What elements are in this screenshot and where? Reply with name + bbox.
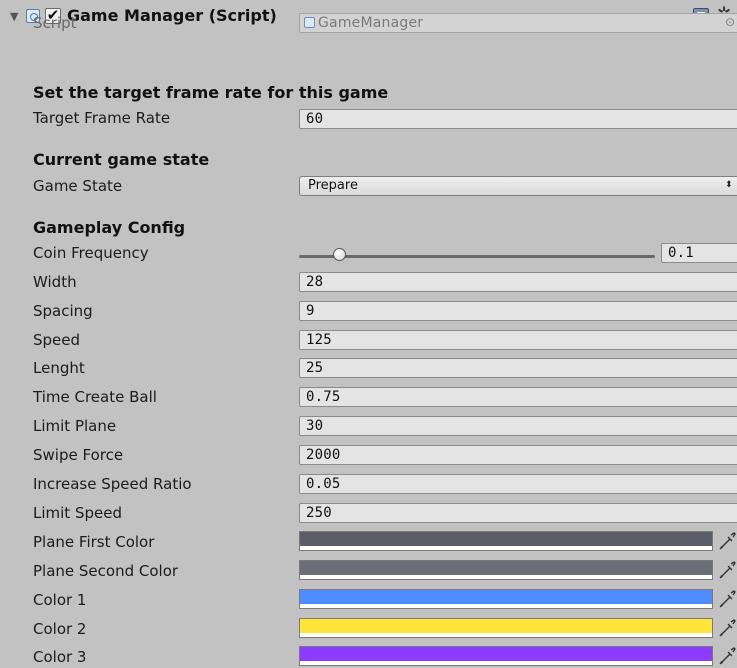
target-frame-rate-label: Target Frame Rate <box>33 109 171 127</box>
spacing-label: Spacing <box>33 302 93 320</box>
game-state-header: Current game state <box>33 150 210 169</box>
time-create-ball-input[interactable]: 0.75 <box>299 387 737 407</box>
eyedropper-icon[interactable] <box>717 560 737 580</box>
script-object-field[interactable]: GameManager <box>299 13 737 33</box>
lenght-input[interactable]: 25 <box>299 358 737 378</box>
speed-input[interactable]: 125 <box>299 330 737 350</box>
width-input[interactable]: 28 <box>299 272 737 292</box>
game-state-dropdown[interactable]: Prepare <box>299 176 737 196</box>
swipe-force-input[interactable]: 2000 <box>299 445 737 465</box>
gameplay-config-header: Gameplay Config <box>33 218 186 237</box>
coin-frequency-input[interactable]: 0.1 <box>661 243 737 263</box>
object-picker-icon[interactable]: ⊙ <box>725 15 735 29</box>
dropdown-arrows-icon: ⬍ <box>725 180 733 190</box>
limit-plane-input[interactable]: 30 <box>299 416 737 436</box>
target-frame-rate-input[interactable]: 60 <box>299 109 737 129</box>
width-label: Width <box>33 273 77 291</box>
eyedropper-icon[interactable] <box>717 589 737 609</box>
coin-frequency-label: Coin Frequency <box>33 244 149 262</box>
csharp-script-icon <box>304 17 315 28</box>
plane-second-color-swatch[interactable] <box>299 560 713 580</box>
increase-speed-ratio-input[interactable]: 0.05 <box>299 474 737 494</box>
color-1-swatch[interactable] <box>299 589 713 609</box>
speed-label: Speed <box>33 331 81 349</box>
coin-frequency-slider-thumb[interactable] <box>333 248 347 261</box>
limit-speed-input[interactable]: 250 <box>299 503 737 523</box>
script-object-name: GameManager <box>318 15 424 31</box>
increase-speed-ratio-label: Increase Speed Ratio <box>33 475 192 493</box>
swipe-force-label: Swipe Force <box>33 446 124 464</box>
game-state-label: Game State <box>33 177 123 195</box>
color-1-label: Color 1 <box>33 591 87 609</box>
time-create-ball-label: Time Create Ball <box>33 388 157 406</box>
frame-rate-header: Set the target frame rate for this game <box>33 83 389 102</box>
eyedropper-icon[interactable] <box>717 531 737 551</box>
limit-speed-label: Limit Speed <box>33 504 122 522</box>
foldout-expanded-icon[interactable]: ▼ <box>10 10 18 23</box>
color-2-label: Color 2 <box>33 620 87 638</box>
eyedropper-icon[interactable] <box>717 646 737 666</box>
eyedropper-icon[interactable] <box>717 618 737 638</box>
plane-first-color-swatch[interactable] <box>299 531 713 551</box>
plane-second-color-label: Plane Second Color <box>33 562 179 580</box>
color-3-swatch[interactable] <box>299 646 713 666</box>
component-title: Game Manager (Script) <box>67 6 277 25</box>
lenght-label: Lenght <box>33 359 85 377</box>
color-3-label: Color 3 <box>33 648 87 666</box>
spacing-input[interactable]: 9 <box>299 301 737 321</box>
script-label: Script <box>33 14 77 32</box>
limit-plane-label: Limit Plane <box>33 417 117 435</box>
coin-frequency-slider-track[interactable] <box>299 255 655 258</box>
plane-first-color-label: Plane First Color <box>33 533 155 551</box>
color-2-swatch[interactable] <box>299 618 713 638</box>
